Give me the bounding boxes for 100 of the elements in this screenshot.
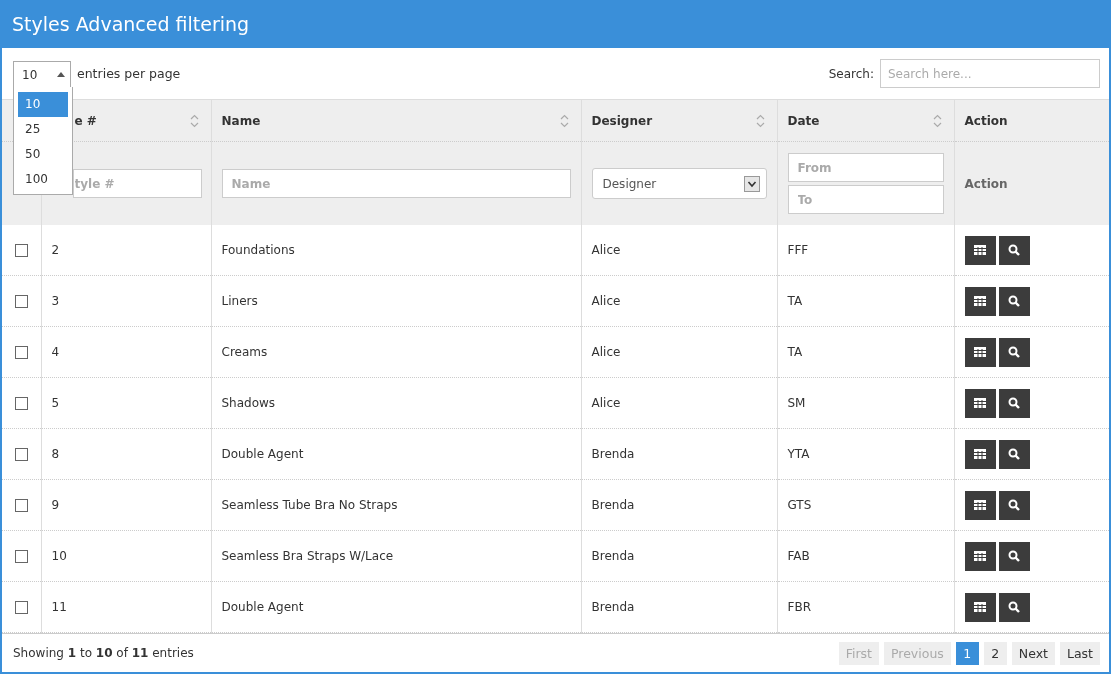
search-button[interactable] xyxy=(998,388,1030,418)
table-cell: FAB xyxy=(787,549,810,563)
pagination-button[interactable]: Next xyxy=(1011,641,1055,665)
grid-icon xyxy=(974,602,986,612)
style-filter-field[interactable]: tyle # xyxy=(72,169,202,198)
action-filter-label: Action xyxy=(963,176,1008,191)
page-size-option[interactable]: 50 xyxy=(18,142,68,167)
table-cell: Brenda xyxy=(591,447,635,461)
column-header[interactable]: Action xyxy=(964,113,1008,128)
row-checkbox[interactable] xyxy=(15,295,28,308)
grid-icon xyxy=(974,551,986,561)
entries-summary: Showing 1 to 10 of 11 entries xyxy=(13,646,194,660)
column-header[interactable]: Name xyxy=(221,113,261,128)
sort-icon xyxy=(755,113,765,128)
search-icon xyxy=(1008,346,1020,358)
search-icon xyxy=(1008,550,1020,562)
table-cell: 2 xyxy=(51,243,60,257)
grid-icon xyxy=(974,398,986,408)
table-cell: YTA xyxy=(787,447,810,461)
sort-icon xyxy=(932,113,942,128)
table-cell: Liners xyxy=(221,294,258,308)
search-icon xyxy=(1008,244,1020,256)
table-cell: 11 xyxy=(51,600,67,614)
grid-button[interactable] xyxy=(964,337,996,367)
table-cell: Creams xyxy=(221,345,268,359)
name-filter-field[interactable]: Name xyxy=(221,169,571,198)
table-cell: Alice xyxy=(591,243,621,257)
table-cell: Double Agent xyxy=(221,600,304,614)
pagination-button[interactable]: Last xyxy=(1059,641,1100,665)
page-size-option[interactable]: 100 xyxy=(18,167,68,192)
page-size-option[interactable]: 25 xyxy=(18,117,68,142)
table-cell: FBR xyxy=(787,600,811,614)
column-header[interactable]: Date xyxy=(787,113,820,128)
date-to-field[interactable]: To xyxy=(787,185,944,214)
grid-icon xyxy=(974,500,986,510)
table-cell: Brenda xyxy=(591,549,635,563)
table-cell: GTS xyxy=(787,498,812,512)
row-checkbox[interactable] xyxy=(15,397,28,410)
search-icon xyxy=(1008,448,1020,460)
grid-button[interactable] xyxy=(964,592,996,622)
search-icon xyxy=(1008,295,1020,307)
grid-button[interactable] xyxy=(964,439,996,469)
table-cell: Alice xyxy=(591,396,621,410)
page-size-select[interactable]: 10 xyxy=(13,60,71,89)
table-cell: Double Agent xyxy=(221,447,304,461)
search-button[interactable] xyxy=(998,337,1030,367)
table-cell: 10 xyxy=(51,549,67,563)
grid-button[interactable] xyxy=(964,235,996,265)
search-button[interactable] xyxy=(998,235,1030,265)
page-button[interactable]: 2 xyxy=(983,641,1007,665)
table-cell: Seamless Tube Bra No Straps xyxy=(221,498,398,512)
table-cell: Foundations xyxy=(221,243,295,257)
table-cell: 5 xyxy=(51,396,60,410)
column-header[interactable]: Designer xyxy=(591,113,653,128)
designer-filter-select[interactable]: Designer xyxy=(591,168,767,199)
search-button[interactable] xyxy=(998,541,1030,571)
grid-icon xyxy=(974,449,986,459)
row-checkbox[interactable] xyxy=(15,244,28,257)
date-from-field[interactable]: From xyxy=(787,153,944,182)
table-cell: TA xyxy=(787,345,803,359)
column-header[interactable]: e # xyxy=(74,113,97,128)
search-button[interactable] xyxy=(998,286,1030,316)
table-cell: Brenda xyxy=(591,498,635,512)
table-cell: 8 xyxy=(51,447,60,461)
row-checkbox[interactable] xyxy=(15,448,28,461)
table-cell: Seamless Bra Straps W/Lace xyxy=(221,549,394,563)
entries-per-page-label: entries per page xyxy=(77,66,181,81)
grid-icon xyxy=(974,347,986,357)
search-icon xyxy=(1008,397,1020,409)
table-cell: SM xyxy=(787,396,806,410)
search-button[interactable] xyxy=(998,490,1030,520)
row-checkbox[interactable] xyxy=(15,550,28,563)
grid-icon xyxy=(974,296,986,306)
chevron-down-icon xyxy=(743,175,760,192)
search-field[interactable]: Search here... xyxy=(880,59,1100,88)
table-cell: Shadows xyxy=(221,396,276,410)
search-button[interactable] xyxy=(998,592,1030,622)
table-cell: 4 xyxy=(51,345,60,359)
search-label: Search: xyxy=(828,66,874,81)
grid-button[interactable] xyxy=(964,490,996,520)
grid-button[interactable] xyxy=(964,286,996,316)
table-cell: Alice xyxy=(591,345,621,359)
sort-icon xyxy=(559,113,569,128)
table-cell: 3 xyxy=(51,294,60,308)
grid-icon xyxy=(974,245,986,255)
search-button[interactable] xyxy=(998,439,1030,469)
search-icon xyxy=(1008,499,1020,511)
sort-icon xyxy=(189,113,199,128)
window-title: Styles Advanced filtering xyxy=(12,13,250,35)
row-checkbox[interactable] xyxy=(15,346,28,359)
table-cell: 9 xyxy=(51,498,60,512)
row-checkbox[interactable] xyxy=(15,499,28,512)
search-icon xyxy=(1008,601,1020,613)
table-cell: Brenda xyxy=(591,600,635,614)
grid-button[interactable] xyxy=(964,388,996,418)
table-cell: Alice xyxy=(591,294,621,308)
row-checkbox[interactable] xyxy=(15,601,28,614)
table-cell: TA xyxy=(787,294,803,308)
grid-button[interactable] xyxy=(964,541,996,571)
caret-icon xyxy=(57,72,65,77)
